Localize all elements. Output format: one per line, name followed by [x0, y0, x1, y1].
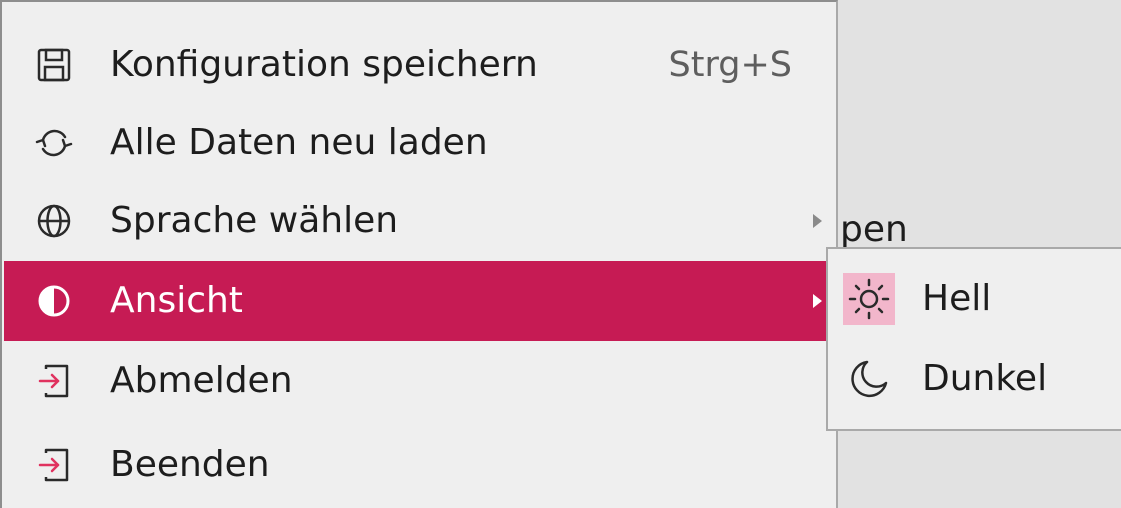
menu-item-label: Konfiguration speichern [110, 44, 538, 85]
menu-item-logout[interactable]: Abmelden [4, 341, 836, 421]
menu-item-view[interactable]: Ansicht [4, 261, 836, 341]
submenu-item-dark[interactable]: Dunkel [828, 339, 1121, 419]
contrast-icon [38, 285, 70, 317]
sun-icon [843, 273, 895, 325]
menu-item-quit[interactable]: Beenden [4, 425, 836, 505]
menu-item-label: Sprache wählen [110, 200, 399, 241]
submenu-arrow-icon [813, 214, 822, 228]
main-menu: Konfiguration speichern Strg+S Alle Date… [0, 0, 838, 508]
menu-item-reload-data[interactable]: Alle Daten neu laden [4, 103, 836, 183]
submenu-item-label: Dunkel [922, 358, 1048, 399]
save-icon [37, 48, 71, 82]
submenu-arrow-icon [813, 294, 822, 308]
menu-item-label: Alle Daten neu laden [110, 122, 488, 163]
menu-item-label: Ansicht [110, 280, 243, 321]
submenu-item-label: Hell [922, 278, 992, 319]
view-submenu: Hell Dunkel [826, 247, 1121, 431]
menu-item-label: Abmelden [110, 360, 293, 401]
shortcut-label: Strg+S [668, 45, 792, 85]
menu-item-label: Beenden [110, 444, 270, 485]
globe-icon [37, 204, 71, 238]
exit-icon [38, 448, 69, 482]
moon-icon [851, 360, 888, 398]
submenu-item-light[interactable]: Hell [828, 259, 1121, 339]
logout-icon [38, 364, 69, 398]
menu-item-choose-language[interactable]: Sprache wählen [4, 181, 836, 261]
menu-item-save-config[interactable]: Konfiguration speichern Strg+S [4, 25, 836, 105]
reload-icon [35, 129, 73, 157]
